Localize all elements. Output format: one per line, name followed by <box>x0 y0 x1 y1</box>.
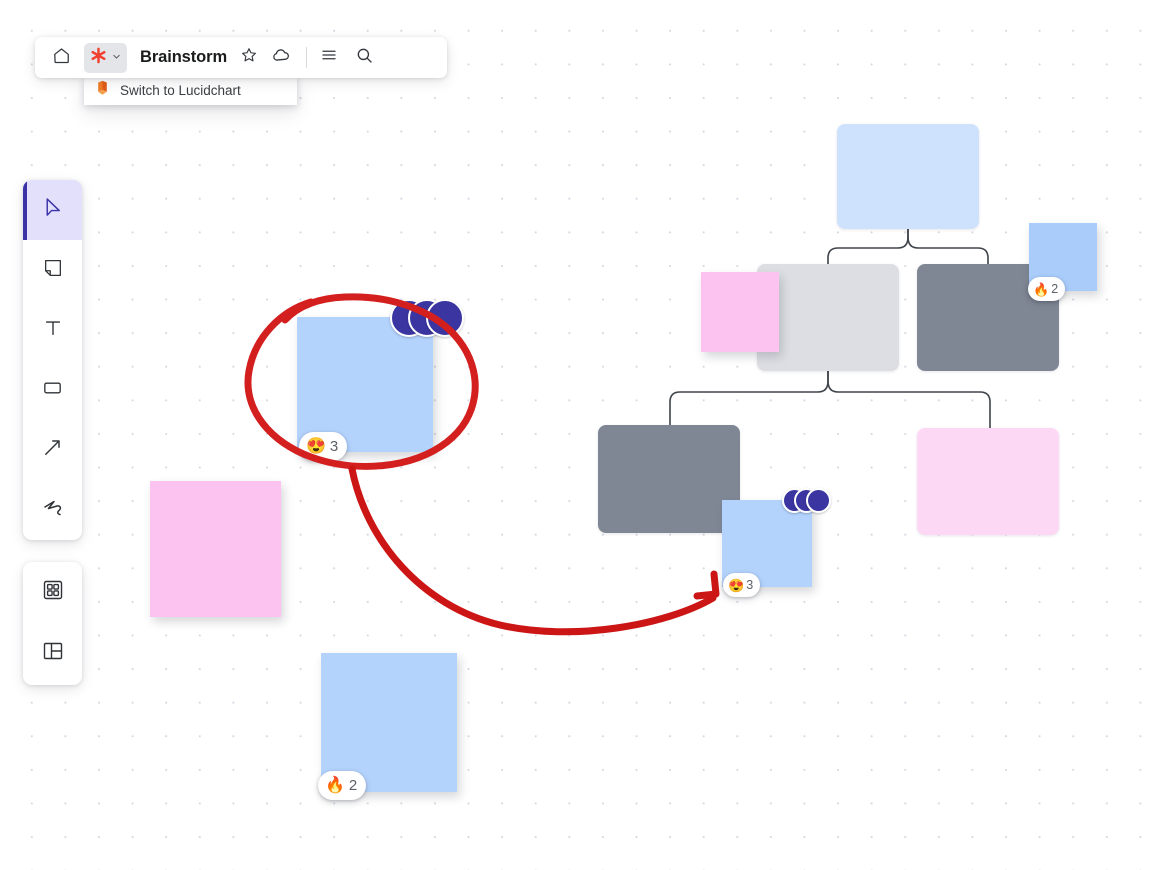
cloud-save-icon <box>271 45 292 71</box>
sticky-note-pink-center[interactable] <box>701 272 779 352</box>
app-switcher-button[interactable] <box>84 42 127 73</box>
layout-template-icon <box>41 639 65 668</box>
avatar <box>426 299 464 337</box>
rectangle-icon <box>41 376 64 404</box>
lucidspark-asterisk-icon <box>89 46 108 70</box>
collaborator-avatar-stack-blue-large[interactable] <box>390 299 464 337</box>
chevron-down-icon <box>111 49 122 67</box>
panel-toolbar[interactable] <box>23 562 82 685</box>
tool-select[interactable] <box>23 180 82 240</box>
toolbar-divider <box>306 47 308 68</box>
tool-sticky-note[interactable] <box>23 240 82 300</box>
tool-draw[interactable] <box>23 480 82 540</box>
reaction-count: 2 <box>348 777 358 794</box>
fire-emoji: 🔥 <box>325 776 345 794</box>
tool-shape[interactable] <box>23 360 82 420</box>
annotation-arrowhead-icon <box>693 570 720 600</box>
cursor-arrow-icon <box>41 196 64 224</box>
reaction-count: 3 <box>746 577 754 592</box>
tool-text[interactable] <box>23 300 82 360</box>
sticky-note-pink-left[interactable] <box>150 481 281 617</box>
reaction-badge-blue-center[interactable]: 😍 3 <box>723 573 761 597</box>
search-button[interactable] <box>350 43 378 73</box>
main-menu-button[interactable] <box>316 43 342 73</box>
diagram-shape-bottom-left[interactable] <box>598 425 740 533</box>
diagram-shape-top[interactable] <box>837 124 979 229</box>
arrow-line-icon <box>41 436 64 464</box>
heart-eyes-emoji: 😍 <box>728 577 745 593</box>
diagram-shape-bottom-right[interactable] <box>917 428 1059 535</box>
sticky-note-icon <box>42 257 64 284</box>
star-icon <box>240 46 258 69</box>
fire-emoji: 🔥 <box>1033 281 1050 297</box>
whiteboard-canvas[interactable]: 😍 3 😍 3 🔥 2 🔥 2 <box>0 0 1160 870</box>
avatar <box>806 488 831 513</box>
home-button[interactable] <box>45 43 77 73</box>
reaction-badge-blue-bottom[interactable]: 🔥 2 <box>318 771 367 800</box>
heart-eyes-emoji: 😍 <box>306 437 326 455</box>
page-title[interactable]: Brainstorm <box>140 48 227 67</box>
app-switcher-dropdown[interactable]: Switch to Lucidchart <box>84 76 297 105</box>
panel-templates[interactable] <box>23 623 82 684</box>
search-icon <box>355 46 374 70</box>
menu-item-switch-to-lucidchart: Switch to Lucidchart <box>120 83 241 98</box>
reaction-count: 2 <box>1051 281 1059 296</box>
reaction-badge-sticky-top-right[interactable]: 🔥 2 <box>1028 277 1066 301</box>
document-toolbar[interactable]: Brainstorm <box>35 37 447 78</box>
scribble-icon <box>41 496 65 525</box>
hamburger-menu-icon <box>320 46 338 69</box>
favorite-button[interactable] <box>236 43 262 73</box>
reaction-count: 3 <box>329 438 339 455</box>
grid-apps-icon <box>41 578 65 607</box>
lucidchart-icon <box>95 80 110 101</box>
panel-apps[interactable] <box>23 562 82 623</box>
home-icon <box>52 46 71 70</box>
reaction-badge-blue-large[interactable]: 😍 3 <box>299 432 348 461</box>
tool-line[interactable] <box>23 420 82 480</box>
text-icon <box>42 317 64 344</box>
collaborator-avatar-stack-blue-center[interactable] <box>782 488 831 513</box>
cloud-save-button[interactable] <box>266 43 296 73</box>
creation-toolbar[interactable] <box>23 180 82 540</box>
